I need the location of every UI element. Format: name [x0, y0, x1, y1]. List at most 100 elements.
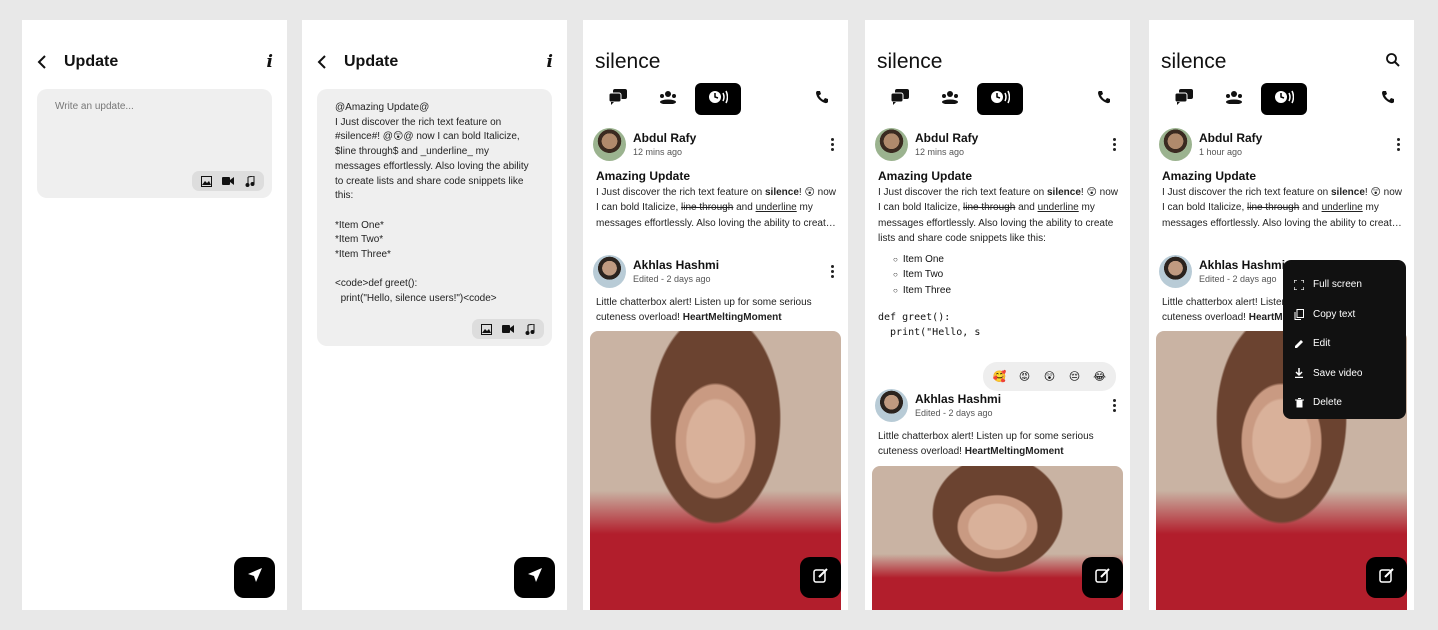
menu-item-edit[interactable]: Edit — [1283, 329, 1406, 359]
attachment-bar — [192, 171, 264, 191]
info-icon[interactable]: i — [547, 52, 553, 72]
avatar[interactable] — [1159, 254, 1192, 288]
edit-icon — [1378, 567, 1395, 588]
tab-chats[interactable] — [595, 83, 641, 115]
update-input[interactable]: Write an update... — [37, 89, 272, 198]
menu-item-copy-text[interactable]: Copy text — [1283, 300, 1406, 330]
more-options-icon[interactable] — [1109, 398, 1119, 412]
back-arrow-icon[interactable] — [36, 52, 56, 72]
call-icon — [1381, 90, 1395, 109]
author-name: Abdul Rafy — [633, 131, 697, 145]
copy-icon — [1293, 308, 1305, 320]
avatar[interactable] — [593, 127, 626, 161]
tab-calls[interactable] — [1092, 83, 1116, 115]
draft-text: @Amazing Update@ I Just discover the ric… — [335, 102, 529, 305]
post-time: Edited - 2 days ago — [915, 408, 993, 418]
list-item: Item Three — [893, 283, 1122, 298]
reaction-wow[interactable]: 😲 — [1039, 366, 1060, 387]
send-button[interactable] — [234, 557, 275, 598]
post-time: Edited - 2 days ago — [633, 274, 711, 284]
reaction-laugh[interactable]: 😂 — [1089, 366, 1110, 387]
reaction-angry[interactable]: 😡 — [1014, 366, 1035, 387]
search-icon[interactable] — [1386, 53, 1400, 72]
post-body[interactable]: Little chatterbox alert! Listen up for s… — [878, 429, 1122, 460]
author-name: Akhlas Hashmi — [915, 392, 1002, 406]
post-card: Akhlas Hashmi Edited - 2 days ago Little … — [875, 388, 1122, 460]
updates-icon — [708, 90, 729, 109]
avatar[interactable] — [875, 127, 908, 161]
tab-calls[interactable] — [810, 83, 834, 115]
new-update-button[interactable] — [1366, 557, 1407, 598]
feed-screen-reactions: silence Abdul Rafy 12 mins ago Amazing Up… — [865, 20, 1130, 610]
fullscreen-icon — [1293, 279, 1305, 291]
tab-updates[interactable] — [977, 83, 1023, 115]
chats-icon — [608, 88, 627, 110]
tab-bar — [595, 83, 834, 115]
post-title: Amazing Update — [878, 169, 973, 183]
author-name: Abdul Rafy — [1199, 131, 1263, 145]
tab-updates[interactable] — [695, 83, 741, 115]
reaction-love[interactable]: 🥰 — [989, 366, 1010, 387]
post-body[interactable]: Little chatterbox alert! Listen up for s… — [596, 295, 840, 326]
more-options-icon[interactable] — [827, 264, 837, 278]
post-card: Abdul Rafy 12 mins ago Amazing Update I J… — [593, 127, 840, 231]
post-card-expanded: Abdul Rafy 12 mins ago Amazing Update I J… — [875, 127, 1122, 341]
update-input[interactable]: @Amazing Update@ I Just discover the ric… — [317, 89, 552, 346]
menu-item-full-screen[interactable]: Full screen — [1283, 270, 1406, 300]
music-icon[interactable] — [244, 175, 256, 187]
image-icon[interactable] — [200, 175, 212, 187]
author-name: Abdul Rafy — [915, 131, 979, 145]
back-arrow-icon[interactable] — [316, 52, 336, 72]
post-body[interactable]: I Just discover the rich text feature on… — [878, 185, 1122, 246]
list-item: Item One — [893, 252, 1122, 267]
post-title: Amazing Update — [1162, 169, 1257, 183]
pencil-icon — [1293, 338, 1305, 350]
more-options-icon[interactable] — [1393, 137, 1403, 151]
new-update-button[interactable] — [1082, 557, 1123, 598]
image-icon[interactable] — [480, 323, 492, 335]
edit-icon — [812, 567, 829, 588]
chats-icon — [1174, 88, 1193, 110]
call-icon — [815, 90, 829, 109]
post-time: 12 mins ago — [633, 147, 683, 157]
updates-icon — [990, 90, 1011, 109]
context-menu: Full screen Copy text Edit Save video De… — [1283, 260, 1406, 419]
feed-screen: silence Abdul Rafy 12 mins ago Amazing Up… — [583, 20, 848, 610]
new-update-button[interactable] — [800, 557, 841, 598]
download-icon — [1293, 367, 1305, 379]
code-block: def greet(): print("Hello, s — [878, 312, 981, 339]
tab-groups[interactable] — [645, 83, 691, 115]
tab-groups[interactable] — [1211, 83, 1257, 115]
avatar[interactable] — [593, 254, 626, 288]
menu-item-save-video[interactable]: Save video — [1283, 359, 1406, 389]
top-bar: Update i — [316, 50, 553, 74]
post-body[interactable]: I Just discover the rich text feature on… — [596, 185, 840, 231]
tab-bar — [1161, 83, 1400, 115]
avatar[interactable] — [875, 388, 908, 422]
post-time: 12 mins ago — [915, 147, 965, 157]
post-list: Item One Item Two Item Three — [893, 252, 1122, 298]
app-title: silence — [877, 50, 943, 73]
more-options-icon[interactable] — [827, 137, 837, 151]
reaction-sad[interactable]: 😔 — [1064, 366, 1085, 387]
top-bar: Update i — [36, 50, 273, 74]
tab-chats[interactable] — [1161, 83, 1207, 115]
groups-icon — [659, 90, 677, 109]
post-card: Abdul Rafy 1 hour ago Amazing Update I Ju… — [1159, 127, 1406, 231]
menu-item-delete[interactable]: Delete — [1283, 388, 1406, 418]
post-time: 1 hour ago — [1199, 147, 1243, 157]
video-icon[interactable] — [222, 175, 234, 187]
video-icon[interactable] — [502, 323, 514, 335]
send-button[interactable] — [514, 557, 555, 598]
more-options-icon[interactable] — [1109, 137, 1119, 151]
post-body[interactable]: I Just discover the rich text feature on… — [1162, 185, 1406, 231]
music-icon[interactable] — [524, 323, 536, 335]
tab-bar — [877, 83, 1116, 115]
compose-screen-filled: Update i @Amazing Update@ I Just discove… — [302, 20, 567, 610]
tab-groups[interactable] — [927, 83, 973, 115]
info-icon[interactable]: i — [267, 52, 273, 72]
tab-updates[interactable] — [1261, 83, 1307, 115]
avatar[interactable] — [1159, 127, 1192, 161]
tab-chats[interactable] — [877, 83, 923, 115]
tab-calls[interactable] — [1376, 83, 1400, 115]
